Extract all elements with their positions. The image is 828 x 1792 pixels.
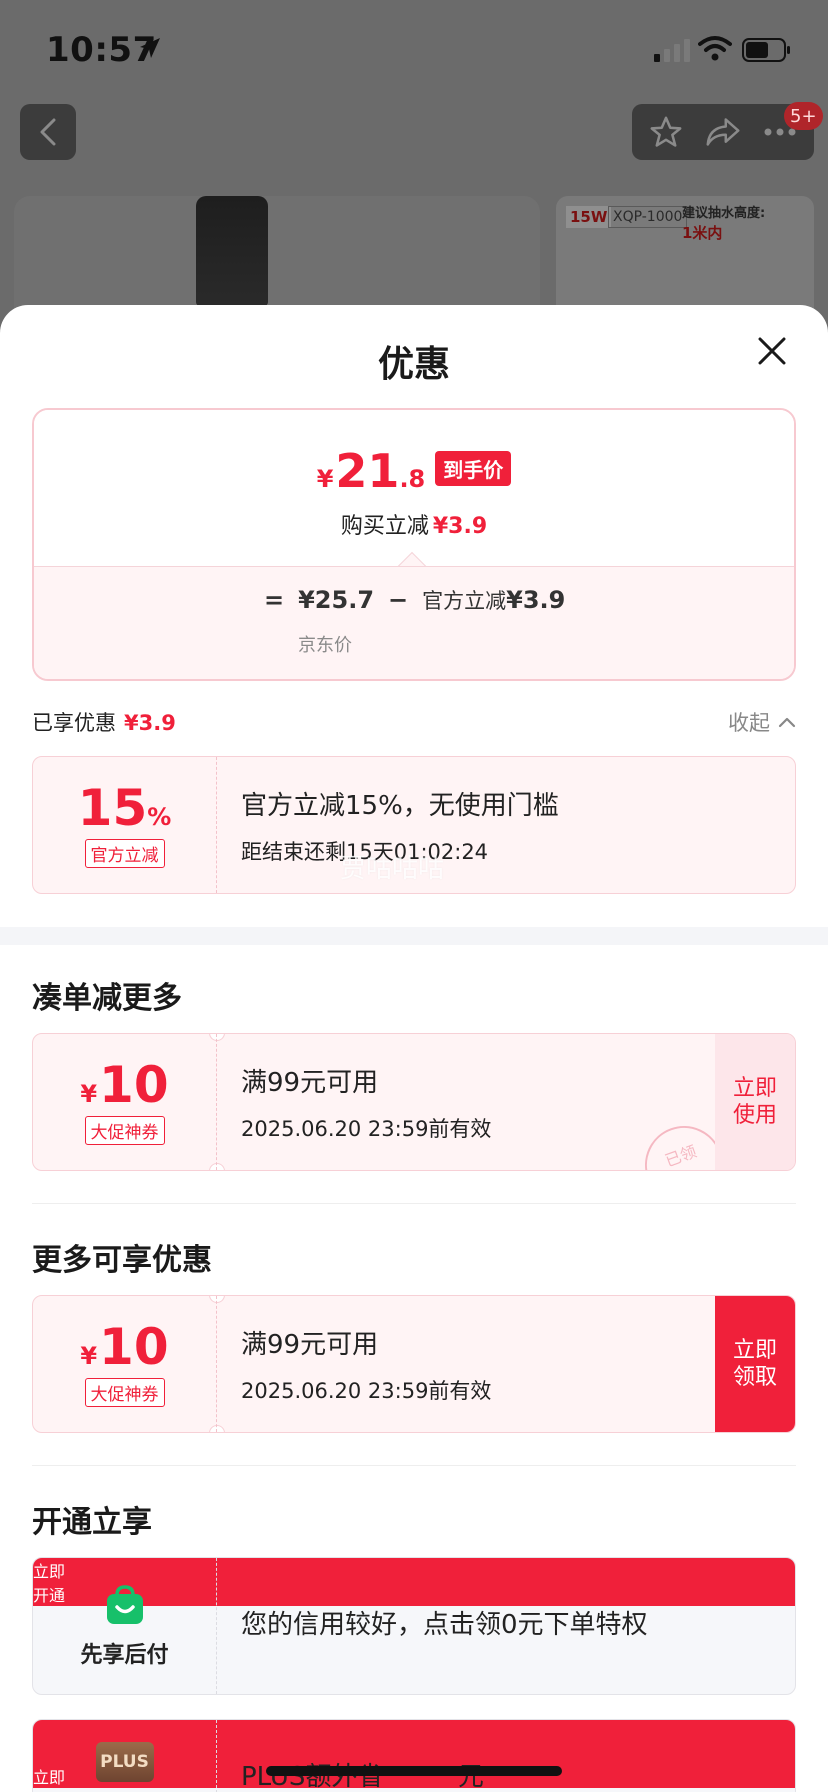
price-decimal: .8 [399, 465, 426, 493]
message-badge: 5+ [784, 102, 823, 130]
star-icon[interactable] [649, 115, 683, 149]
share-icon[interactable] [705, 115, 741, 149]
background-page: 10:57 5+ 15W XQP-1000 建议抽水高度: 1米内 [0, 0, 828, 356]
coupon-value-number: 15 [77, 778, 148, 837]
formula-minus: − [388, 586, 409, 614]
coupon-value-area: ¥10 大促神券 [33, 1034, 217, 1170]
claim-now-button[interactable]: 立即 领取 [715, 1296, 795, 1432]
plus-service: PLUS PLUS额外省 18.38 元 立即 [32, 1719, 796, 1792]
coupon-expiry: 2025.06.20 23:59前有效 [241, 1116, 492, 1141]
coupon-condition: 官方立减15%，无使用门槛 [241, 790, 559, 821]
coupon-value-number: 10 [99, 1055, 169, 1114]
discount-sheet: 优惠 ¥ 21 .8 到手价 购买立减 ¥3.9 = ¥25.7 − 官方立减 … [0, 305, 828, 1792]
coupon-value: ¥10 [80, 1322, 168, 1372]
product-nozzle [196, 196, 268, 306]
back-button[interactable] [20, 104, 76, 160]
price-summary-card: ¥ 21 .8 到手价 购买立减 ¥3.9 = ¥25.7 − 官方立减 ¥3.9 [32, 408, 796, 681]
enjoyed-amount: ¥3.9 [124, 711, 176, 735]
chevron-up-icon [778, 717, 796, 728]
jd-price: ¥25.7 [298, 586, 375, 614]
service-label: 先享后付 [80, 1643, 169, 1668]
final-price-tag: 到手价 [435, 451, 512, 486]
coupon-value: ¥10 [80, 1060, 168, 1110]
wifi-icon [698, 36, 732, 61]
product-advice: 建议抽水高度: [682, 206, 766, 221]
combine-coupon: ¥10 大促神券 满99元可用 2025.06.20 23:59前有效 已领 立… [32, 1033, 796, 1171]
coupon-currency: ¥ [80, 1079, 98, 1108]
coupon-currency: ¥ [80, 1341, 98, 1370]
official-reduce-label: 官方立减 [422, 589, 507, 613]
screen: 10:57 5+ 15W XQP-1000 建议抽水高度: 1米内 优惠 ¥ 2… [0, 0, 828, 1792]
coupon-value-area: ¥10 大促神券 [33, 1296, 217, 1432]
home-indicator [266, 1766, 562, 1776]
coupon-condition: 满99元可用 [241, 1329, 379, 1360]
close-icon[interactable] [756, 335, 788, 367]
plus-logo-icon: PLUS [95, 1742, 154, 1782]
plus-text-suffix: 元 [457, 1762, 484, 1792]
price-formula-area: = ¥25.7 − 官方立减 ¥3.9 京东价 [34, 566, 794, 679]
status-bar: 10:57 [0, 0, 828, 100]
coupon-value-number: 10 [99, 1317, 169, 1376]
purchase-reduce: 购买立减 ¥3.9 [34, 508, 794, 540]
product-model: XQP-1000 [608, 206, 688, 228]
battery-icon [742, 38, 790, 62]
final-price-area: ¥ 21 .8 到手价 购买立减 ¥3.9 [34, 410, 794, 566]
coupon-tag: 大促神券 [84, 1377, 165, 1407]
enjoyed-label: 已享优惠 [32, 711, 116, 735]
coupon-tag: 官方立减 [84, 838, 165, 868]
signal-icon [654, 39, 690, 62]
purchase-reduce-label: 购买立减 [340, 514, 429, 539]
watermark-text: 贾咕咕咕 [340, 854, 445, 884]
service-desc: 您的信用较好，点击领0元下单特权 [241, 1610, 648, 1641]
service-logo-area: 先享后付 [33, 1558, 217, 1694]
currency-symbol: ¥ [316, 465, 334, 493]
official-reduce-amount: ¥3.9 [506, 586, 566, 614]
final-price: ¥ 21 .8 到手价 [34, 444, 794, 498]
formula-equals: = [264, 586, 285, 614]
coupon-desc: 满99元可用 2025.06.20 23:59前有效 [241, 1034, 491, 1170]
combine-section-title: 凑单减更多 [32, 981, 182, 1016]
coupon-value-area: 15% 官方立减 [33, 757, 217, 893]
divider-line [32, 1465, 796, 1466]
coupon-condition: 满99元可用 [241, 1067, 379, 1098]
plus-text-amount: 18.38 [383, 1762, 458, 1792]
service-logo-area: PLUS [33, 1720, 217, 1792]
divider-line [32, 1203, 796, 1204]
coupon-value-unit: % [147, 802, 172, 831]
shopping-bag-icon [106, 1585, 143, 1624]
open-section-title: 开通立享 [32, 1505, 152, 1540]
coupon-tag: 大促神券 [84, 1115, 165, 1145]
sheet-title: 优惠 [377, 344, 450, 385]
use-now-button[interactable]: 立即 使用 [715, 1034, 795, 1170]
enjoyed-discount: 已享优惠 ¥3.9 [32, 707, 176, 737]
price-formula: = ¥25.7 − 官方立减 ¥3.9 [264, 585, 565, 615]
service-desc: PLUS额外省 18.38 元 [241, 1720, 695, 1792]
purchase-reduce-amount: ¥3.9 [432, 514, 488, 539]
more-section-title: 更多可享优惠 [32, 1243, 212, 1278]
chevron-left-icon [40, 118, 56, 146]
product-height: 1米内 [682, 224, 723, 242]
coupon-expiry: 2025.06.20 23:59前有效 [241, 1378, 492, 1403]
section-divider [0, 927, 828, 945]
plus-text-prefix: PLUS额外省 [241, 1762, 384, 1792]
collapse-button[interactable]: 收起 [728, 707, 796, 737]
collapse-label: 收起 [728, 711, 770, 735]
price-integer: 21 [335, 444, 400, 498]
more-coupon: ¥10 大促神券 满99元可用 2025.06.20 23:59前有效 立即 领… [32, 1295, 796, 1433]
pay-later-service: 先享后付 您的信用较好，点击领0元下单特权 立即 开通 [32, 1557, 796, 1695]
location-arrow-icon [140, 38, 160, 58]
coupon-desc: 满99元可用 2025.06.20 23:59前有效 [241, 1296, 491, 1432]
jd-price-label: 京东价 [298, 635, 352, 656]
product-spec: 15W [566, 206, 612, 228]
coupon-value: 15% [78, 783, 172, 833]
